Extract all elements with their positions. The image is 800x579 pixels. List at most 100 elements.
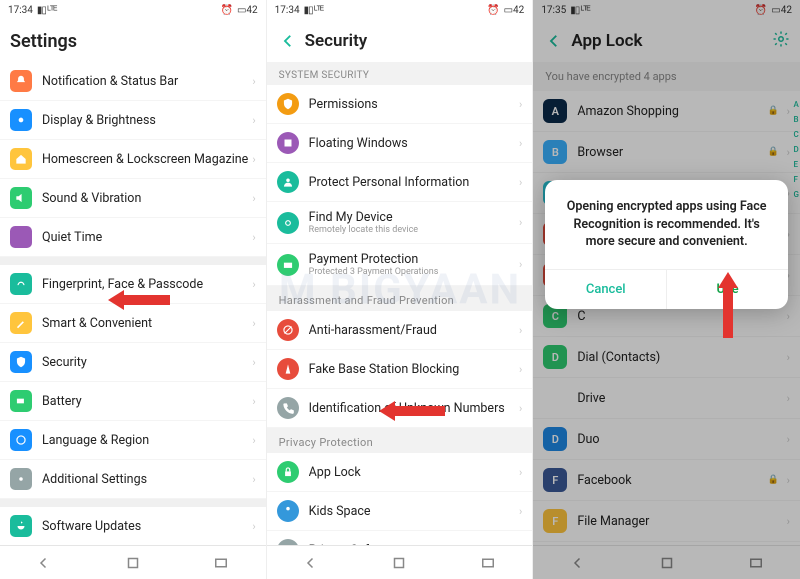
item-sublabel: Protected 3 Payment Operations (309, 267, 515, 277)
shield-icon (10, 351, 32, 373)
list-item[interactable]: Additional Settings › (0, 460, 266, 499)
nav-home-icon[interactable] (390, 554, 408, 572)
battery-icon: ▭42 (504, 5, 525, 16)
sun-icon (10, 109, 32, 131)
navbar (267, 545, 533, 579)
item-sublabel: Remotely locate this device (309, 225, 515, 235)
annotation-arrow-use (718, 272, 738, 338)
finger-icon (10, 273, 32, 295)
list-item[interactable]: Kids Space› (267, 492, 533, 531)
cancel-button[interactable]: Cancel (545, 270, 667, 309)
list-item[interactable]: Battery › (0, 382, 266, 421)
item-label: Homescreen & Lockscreen Magazine (42, 152, 248, 167)
locate-icon (277, 212, 299, 234)
chevron-right-icon: › (519, 466, 522, 479)
annotation-arrow-applock (379, 401, 445, 421)
chevron-right-icon: › (252, 278, 255, 291)
item-label: Security (42, 355, 248, 370)
statusbar: 17:34▮▯ ᴸᵀᴱ ⏰▭42 (267, 0, 533, 20)
chevron-right-icon: › (252, 473, 255, 486)
nav-home-icon[interactable] (124, 554, 142, 572)
navbar (0, 545, 266, 579)
item-label: Language & Region (42, 433, 248, 448)
dialog-message: Opening encrypted apps using Face Recogn… (545, 180, 788, 269)
list-item[interactable]: Homescreen & Lockscreen Magazine › (0, 140, 266, 179)
statusbar: 17:34▮▯ ᴸᵀᴱ ⏰▭42 (0, 0, 266, 20)
item-label: Additional Settings (42, 472, 248, 487)
list-item[interactable]: Notification & Status Bar › (0, 62, 266, 101)
battery-icon: ▭42 (237, 5, 258, 16)
face-recognition-dialog: Opening encrypted apps using Face Recogn… (545, 180, 788, 309)
chevron-right-icon: › (519, 363, 522, 376)
list-item[interactable]: Protect Personal Information › (267, 163, 533, 202)
list-item[interactable]: Display & Brightness › (0, 101, 266, 140)
item-label: Kids Space (309, 504, 515, 519)
list-item[interactable]: Floating Windows › (267, 124, 533, 163)
chevron-right-icon: › (252, 317, 255, 330)
item-label: Anti-harassment/Fraud (309, 323, 515, 338)
chevron-right-icon: › (519, 176, 522, 189)
status-time: 17:34 (8, 5, 33, 16)
item-label: Permissions (309, 97, 515, 112)
list-item[interactable]: Quiet Time › (0, 218, 266, 257)
chevron-right-icon: › (252, 75, 255, 88)
header-security: Security (267, 20, 533, 62)
chevron-right-icon: › (252, 153, 255, 166)
item-label: Battery (42, 394, 248, 409)
chevron-right-icon: › (252, 114, 255, 127)
pay-icon (277, 254, 299, 276)
kid-icon (277, 500, 299, 522)
page-title: Security (305, 31, 523, 51)
header-settings: Settings (0, 20, 266, 62)
list-item[interactable]: Software Updates› (0, 507, 266, 546)
list-item[interactable]: Anti-harassment/Fraud› (267, 311, 533, 350)
gear-icon (10, 468, 32, 490)
list-item[interactable]: App Lock› (267, 453, 533, 492)
nav-recent-icon[interactable] (212, 554, 230, 572)
battery-icon (10, 390, 32, 412)
item-label: Notification & Status Bar (42, 74, 248, 89)
item-label: Smart & Convenient (42, 316, 248, 331)
list-item[interactable]: Permissions › (267, 85, 533, 124)
lock-icon (277, 461, 299, 483)
item-label: Payment Protection (309, 252, 515, 267)
chevron-right-icon: › (252, 434, 255, 447)
item-label: Software Updates (42, 519, 248, 534)
list-item[interactable]: Payment ProtectionProtected 3 Payment Op… (267, 244, 533, 286)
user-icon (277, 171, 299, 193)
chevron-right-icon: › (519, 258, 522, 271)
chevron-right-icon: › (519, 98, 522, 111)
list-item[interactable]: Sound & Vibration› (0, 179, 266, 218)
security-list: SYSTEM SECURITYPermissions›Floating Wind… (267, 62, 533, 579)
item-label: Protect Personal Information (309, 175, 515, 190)
chevron-right-icon: › (519, 216, 522, 229)
back-icon[interactable] (277, 30, 299, 52)
status-time: 17:34 (275, 5, 300, 16)
list-item[interactable]: Fake Base Station Blocking› (267, 350, 533, 389)
three-pane-tutorial: 17:34▮▯ ᴸᵀᴱ ⏰▭42 Settings Notification &… (0, 0, 800, 579)
item-label: Sound & Vibration (42, 191, 248, 206)
settings-list: Notification & Status Bar›Display & Brig… (0, 62, 266, 579)
item-label: Floating Windows (309, 136, 515, 151)
wand-icon (10, 312, 32, 334)
pane-settings: 17:34▮▯ ᴸᵀᴱ ⏰▭42 Settings Notification &… (0, 0, 267, 579)
globe-icon (10, 429, 32, 451)
tower-icon (277, 358, 299, 380)
chevron-right-icon: › (252, 356, 255, 369)
item-label: Quiet Time (42, 230, 248, 245)
phone-icon (277, 397, 299, 419)
nav-back-icon[interactable] (35, 554, 53, 572)
chevron-right-icon: › (252, 395, 255, 408)
chevron-right-icon: › (519, 137, 522, 150)
list-item[interactable]: Language & Region › (0, 421, 266, 460)
list-item[interactable]: Find My DeviceRemotely locate this devic… (267, 202, 533, 244)
window-icon (277, 132, 299, 154)
nav-back-icon[interactable] (302, 554, 320, 572)
pane-security: 17:34▮▯ ᴸᵀᴱ ⏰▭42 Security SYSTEM SECURIT… (267, 0, 534, 579)
list-item[interactable]: Security › (0, 343, 266, 382)
section-header: SYSTEM SECURITY (267, 62, 533, 85)
nav-recent-icon[interactable] (479, 554, 497, 572)
block-icon (277, 319, 299, 341)
chevron-right-icon: › (252, 231, 255, 244)
item-label: Display & Brightness (42, 113, 248, 128)
